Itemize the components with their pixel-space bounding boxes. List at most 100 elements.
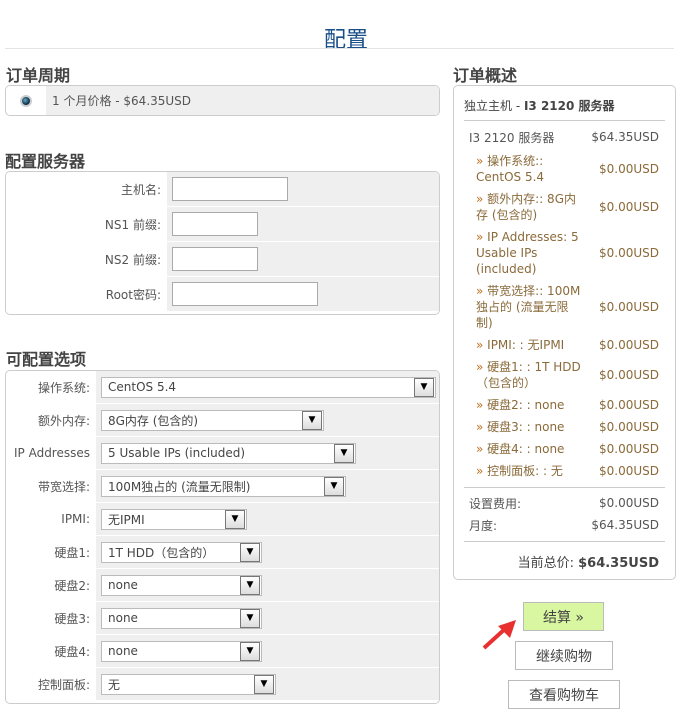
checkout-button[interactable]: 结算 » bbox=[523, 602, 604, 631]
config-option-select[interactable]: 100M独占的 (流量无限制) ▼ bbox=[101, 475, 346, 497]
bullet-icon: » bbox=[476, 154, 488, 168]
config-option-label: 硬盘3: bbox=[54, 611, 90, 626]
summary-main-line: I3 2120 服务器 $64.35USD bbox=[454, 124, 675, 150]
summary-item-price: $0.00USD bbox=[599, 300, 659, 314]
config-option-label: IPMI: bbox=[61, 512, 90, 526]
select-value: none bbox=[108, 644, 138, 658]
server-field-row: 主机名: bbox=[6, 172, 439, 207]
config-option-label: IP Addresses bbox=[13, 446, 90, 460]
server-heading: 配置服务器 bbox=[5, 152, 86, 171]
red-arrow-annotation bbox=[482, 620, 516, 650]
summary-item: » 硬盘4: : none $0.00USD bbox=[454, 438, 675, 460]
config-option-select[interactable]: none ▼ bbox=[101, 574, 262, 596]
config-option-label: 控制面板: bbox=[37, 677, 90, 692]
total-price: $64.35USD bbox=[578, 556, 659, 571]
config-option-select[interactable]: 1T HDD（包含的） ▼ bbox=[101, 541, 262, 563]
chevron-down-icon[interactable]: ▼ bbox=[240, 575, 260, 595]
summary-item-label: 控制面板: : 无 bbox=[487, 464, 563, 478]
setup-fee-price: $0.00USD bbox=[599, 496, 659, 510]
chevron-down-icon[interactable]: ▼ bbox=[302, 410, 322, 430]
product-category: 独立主机 - bbox=[464, 99, 524, 113]
chevron-down-icon[interactable]: ▼ bbox=[240, 641, 260, 661]
radio-selected-icon bbox=[20, 94, 32, 107]
server-field-input[interactable] bbox=[172, 247, 258, 271]
summary-product-title: 独立主机 - I3 2120 服务器 bbox=[464, 86, 665, 121]
options-heading: 可配置选项 bbox=[6, 350, 87, 369]
server-config-box: 主机名: NS1 前缀: NS2 前缀: Root密码: bbox=[5, 171, 440, 315]
summary-item: » 控制面板: : 无 $0.00USD bbox=[454, 460, 675, 482]
bullet-icon: » bbox=[476, 420, 488, 434]
config-option-label: 带宽选择: bbox=[37, 479, 90, 494]
config-option-select[interactable]: 无IPMI ▼ bbox=[101, 508, 247, 530]
total-line: 当前总价: $64.35USD bbox=[454, 542, 675, 571]
server-field-label: 主机名: bbox=[120, 182, 161, 197]
server-field-label: NS2 前缀: bbox=[104, 252, 161, 267]
config-option-row: 带宽选择: 100M独占的 (流量无限制) ▼ bbox=[6, 470, 439, 503]
summary-item-label: 硬盘1: : 1T HDD（包含的） bbox=[476, 360, 581, 390]
page-title: 配置 bbox=[323, 28, 368, 53]
chevron-down-icon[interactable]: ▼ bbox=[254, 674, 274, 694]
select-value: none bbox=[108, 611, 138, 625]
chevron-down-icon[interactable]: ▼ bbox=[240, 608, 260, 628]
server-field-row: Root密码: bbox=[6, 277, 439, 312]
select-value: 8G内存 (包含的) bbox=[108, 413, 199, 428]
config-option-label: 硬盘2: bbox=[54, 578, 90, 593]
summary-item: » IP Addresses: 5 Usable IPs (included) $… bbox=[454, 226, 675, 280]
billing-option-label: 1 个月价格 - $64.35USD bbox=[46, 86, 439, 115]
summary-item-price: $0.00USD bbox=[599, 368, 659, 382]
server-field-input[interactable] bbox=[172, 212, 258, 236]
bullet-icon: » bbox=[476, 360, 488, 374]
bullet-icon: » bbox=[476, 230, 488, 244]
server-field-label: NS1 前缀: bbox=[104, 217, 161, 232]
config-option-select[interactable]: CentOS 5.4 ▼ bbox=[101, 376, 436, 398]
monthly-line: 月度: $64.35USD bbox=[454, 514, 675, 536]
config-option-select[interactable]: 8G内存 (包含的) ▼ bbox=[101, 409, 324, 431]
config-option-select[interactable]: none ▼ bbox=[101, 640, 262, 662]
summary-item-price: $0.00USD bbox=[599, 420, 659, 434]
view-cart-button[interactable]: 查看购物车 bbox=[508, 680, 620, 709]
server-field-input[interactable] bbox=[172, 282, 318, 306]
select-value: 5 Usable IPs (included) bbox=[108, 446, 246, 460]
bullet-icon: » bbox=[476, 284, 488, 298]
summary-item: » 硬盘3: : none $0.00USD bbox=[454, 416, 675, 438]
summary-item-label: 额外内存:: 8G内存 (包含的) bbox=[476, 192, 576, 222]
chevron-down-icon[interactable]: ▼ bbox=[225, 509, 245, 529]
continue-shopping-button[interactable]: 继续购物 bbox=[515, 641, 613, 670]
summary-item: » 硬盘2: : none $0.00USD bbox=[454, 394, 675, 416]
config-option-select[interactable]: 无 ▼ bbox=[101, 673, 276, 695]
config-option-select[interactable]: 5 Usable IPs (included) ▼ bbox=[101, 442, 356, 464]
divider bbox=[464, 487, 665, 488]
summary-item: » IPMI: : 无IPMI $0.00USD bbox=[454, 334, 675, 356]
config-option-row: 硬盘1: 1T HDD（包含的） ▼ bbox=[6, 536, 439, 569]
order-summary-box: 独立主机 - I3 2120 服务器 I3 2120 服务器 $64.35USD… bbox=[453, 85, 676, 580]
summary-item-price: $0.00USD bbox=[599, 442, 659, 456]
setup-fee-label: 设置费用: bbox=[469, 496, 522, 511]
server-field-label: Root密码: bbox=[105, 287, 161, 302]
chevron-down-icon[interactable]: ▼ bbox=[324, 476, 344, 496]
product-name: I3 2120 服务器 bbox=[523, 99, 615, 113]
server-field-row: NS1 前缀: bbox=[6, 207, 439, 242]
summary-item: » 硬盘1: : 1T HDD（包含的） $0.00USD bbox=[454, 356, 675, 394]
server-field-row: NS2 前缀: bbox=[6, 242, 439, 277]
monthly-price: $64.35USD bbox=[591, 518, 659, 532]
chevron-down-icon[interactable]: ▼ bbox=[334, 443, 354, 463]
chevron-down-icon[interactable]: ▼ bbox=[240, 542, 260, 562]
config-option-label: 硬盘1: bbox=[54, 545, 90, 560]
summary-item-price: $0.00USD bbox=[599, 464, 659, 478]
summary-item-label: 带宽选择:: 100M独占的 (流量无限制) bbox=[476, 284, 581, 330]
select-value: none bbox=[108, 578, 138, 592]
config-option-label: 额外内存: bbox=[37, 413, 90, 428]
select-value: 100M独占的 (流量无限制) bbox=[108, 479, 251, 494]
summary-item-label: 操作系统:: CentOS 5.4 bbox=[476, 154, 545, 184]
summary-item: » 额外内存:: 8G内存 (包含的) $0.00USD bbox=[454, 188, 675, 226]
billing-heading: 订单周期 bbox=[6, 66, 71, 85]
config-option-row: 硬盘2: none ▼ bbox=[6, 569, 439, 602]
config-option-select[interactable]: none ▼ bbox=[101, 607, 262, 629]
billing-radio[interactable] bbox=[6, 86, 46, 115]
bullet-icon: » bbox=[476, 442, 488, 456]
config-option-row: 额外内存: 8G内存 (包含的) ▼ bbox=[6, 404, 439, 437]
server-field-input[interactable] bbox=[172, 177, 288, 201]
summary-main-price: $64.35USD bbox=[591, 130, 659, 144]
select-value: 无 bbox=[108, 677, 121, 692]
chevron-down-icon[interactable]: ▼ bbox=[414, 377, 434, 397]
